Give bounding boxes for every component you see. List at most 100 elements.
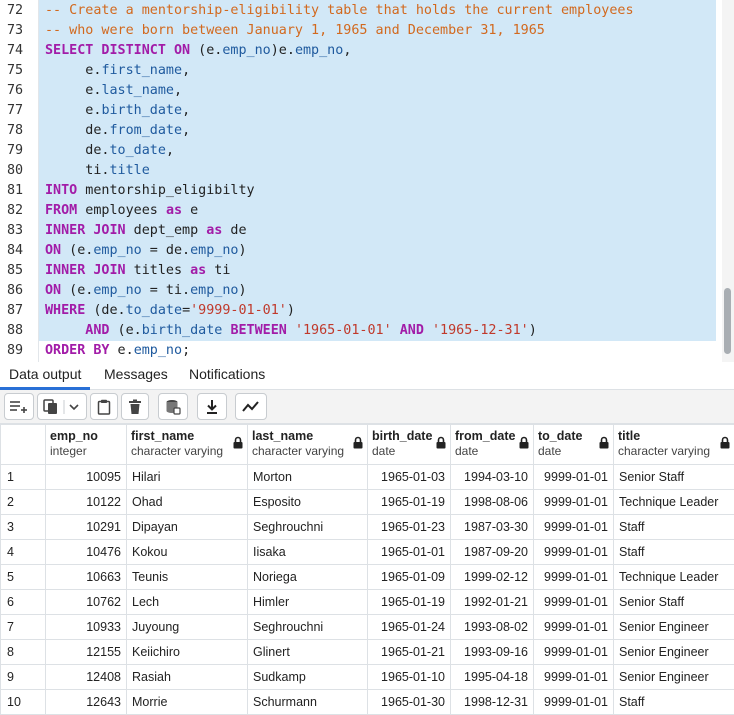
row-number[interactable]: 10	[0, 689, 46, 715]
cell-to-date[interactable]: 9999-01-01	[533, 664, 614, 690]
code-line[interactable]: AND (e.birth_date BETWEEN '1965-01-01' A…	[45, 321, 537, 341]
sql-editor[interactable]: 72 73 74 75 76 77 78 79 80 81 82 83 84 85 86 87 88 89 -- …	[0, 0, 734, 362]
cell-first-name[interactable]: Hilari	[126, 464, 248, 490]
cell-first-name[interactable]: Rasiah	[126, 664, 248, 690]
cell-title[interactable]: Staff	[613, 689, 734, 715]
cell-birth-date[interactable]: 1965-01-03	[367, 464, 451, 490]
table-row[interactable]: 3 10291 Dipayan Seghrouchni 1965-01-23 1987-0…	[0, 514, 734, 540]
table-row[interactable]: 4 10476 Kokou Iisaka 1965-01-01 1987-09-20 999…	[0, 539, 734, 565]
download-button[interactable]	[197, 393, 227, 420]
cell-first-name[interactable]: Teunis	[126, 564, 248, 590]
code-line[interactable]: WHERE (de.to_date='9999-01-01')	[45, 301, 295, 321]
table-row[interactable]: 10 12643 Morrie Schurmann 1965-01-30 1998-12-…	[0, 689, 734, 715]
cell-emp-no[interactable]: 10095	[45, 464, 127, 490]
cell-last-name[interactable]: Iisaka	[247, 539, 368, 565]
column-header-title[interactable]: title character varying	[613, 424, 734, 465]
table-row[interactable]: 1 10095 Hilari Morton 1965-01-03 1994-03-10 99…	[0, 464, 734, 490]
table-row[interactable]: 8 12155 Keiichiro Glinert 1965-01-21 1993-09-…	[0, 639, 734, 665]
cell-to-date[interactable]: 9999-01-01	[533, 614, 614, 640]
column-header-last-name[interactable]: last_name character varying	[247, 424, 368, 465]
cell-first-name[interactable]: Juyoung	[126, 614, 248, 640]
tab-messages[interactable]: Messages	[95, 362, 177, 390]
cell-birth-date[interactable]: 1965-01-01	[367, 539, 451, 565]
copy-button[interactable]	[37, 393, 87, 420]
row-number[interactable]: 9	[0, 664, 46, 690]
code-line[interactable]: INTO mentorship_eligibilty	[45, 181, 255, 201]
cell-last-name[interactable]: Glinert	[247, 639, 368, 665]
row-number[interactable]: 3	[0, 514, 46, 540]
code-line[interactable]: -- Create a mentorship-eligibility table…	[45, 1, 634, 21]
cell-title[interactable]: Senior Staff	[613, 589, 734, 615]
cell-last-name[interactable]: Sudkamp	[247, 664, 368, 690]
row-number[interactable]: 6	[0, 589, 46, 615]
code-line[interactable]: FROM employees as e	[45, 201, 198, 221]
cell-birth-date[interactable]: 1965-01-19	[367, 589, 451, 615]
cell-emp-no[interactable]: 10476	[45, 539, 127, 565]
paste-button[interactable]	[90, 393, 118, 420]
cell-title[interactable]: Staff	[613, 514, 734, 540]
cell-last-name[interactable]: Himler	[247, 589, 368, 615]
cell-from-date[interactable]: 1993-08-02	[450, 614, 534, 640]
column-header-from-date[interactable]: from_date date	[450, 424, 534, 465]
cell-first-name[interactable]: Ohad	[126, 489, 248, 515]
row-number[interactable]: 4	[0, 539, 46, 565]
table-row[interactable]: 2 10122 Ohad Esposito 1965-01-19 1998-08-06 99…	[0, 489, 734, 515]
cell-from-date[interactable]: 1987-03-30	[450, 514, 534, 540]
code-line[interactable]: e.birth_date,	[45, 101, 190, 121]
cell-emp-no[interactable]: 10122	[45, 489, 127, 515]
cell-first-name[interactable]: Kokou	[126, 539, 248, 565]
cell-last-name[interactable]: Seghrouchni	[247, 514, 368, 540]
column-header-emp-no[interactable]: emp_no integer	[45, 424, 127, 465]
cell-emp-no[interactable]: 12643	[45, 689, 127, 715]
add-row-button[interactable]	[4, 393, 34, 420]
code-line[interactable]: ORDER BY e.emp_no;	[45, 341, 190, 361]
cell-first-name[interactable]: Dipayan	[126, 514, 248, 540]
cell-title[interactable]: Senior Engineer	[613, 639, 734, 665]
cell-first-name[interactable]: Lech	[126, 589, 248, 615]
cell-from-date[interactable]: 1998-12-31	[450, 689, 534, 715]
cell-from-date[interactable]: 1992-01-21	[450, 589, 534, 615]
cell-title[interactable]: Technique Leader	[613, 489, 734, 515]
code-line[interactable]: -- who were born between January 1, 1965…	[45, 21, 545, 41]
cell-birth-date[interactable]: 1965-01-30	[367, 689, 451, 715]
editor-scrollbar[interactable]	[722, 0, 734, 362]
cell-to-date[interactable]: 9999-01-01	[533, 639, 614, 665]
cell-title[interactable]: Technique Leader	[613, 564, 734, 590]
row-number[interactable]: 2	[0, 489, 46, 515]
cell-to-date[interactable]: 9999-01-01	[533, 514, 614, 540]
cell-last-name[interactable]: Noriega	[247, 564, 368, 590]
cell-birth-date[interactable]: 1965-01-09	[367, 564, 451, 590]
code-area[interactable]: -- Create a mentorship-eligibility table…	[39, 0, 720, 362]
cell-title[interactable]: Staff	[613, 539, 734, 565]
tab-data-output[interactable]: Data output	[0, 362, 91, 390]
table-row[interactable]: 5 10663 Teunis Noriega 1965-01-09 1999-02-12 9…	[0, 564, 734, 590]
cell-from-date[interactable]: 1987-09-20	[450, 539, 534, 565]
cell-title[interactable]: Senior Staff	[613, 464, 734, 490]
cell-last-name[interactable]: Esposito	[247, 489, 368, 515]
table-row[interactable]: 7 10933 Juyoung Seghrouchni 1965-01-24 1993-0…	[0, 614, 734, 640]
cell-emp-no[interactable]: 12155	[45, 639, 127, 665]
cell-to-date[interactable]: 9999-01-01	[533, 464, 614, 490]
cell-first-name[interactable]: Morrie	[126, 689, 248, 715]
cell-to-date[interactable]: 9999-01-01	[533, 589, 614, 615]
cell-to-date[interactable]: 9999-01-01	[533, 489, 614, 515]
code-line[interactable]: INNER JOIN dept_emp as de	[45, 221, 247, 241]
cell-emp-no[interactable]: 12408	[45, 664, 127, 690]
cell-to-date[interactable]: 9999-01-01	[533, 564, 614, 590]
cell-birth-date[interactable]: 1965-01-21	[367, 639, 451, 665]
cell-title[interactable]: Senior Engineer	[613, 664, 734, 690]
delete-button[interactable]	[121, 393, 149, 420]
cell-birth-date[interactable]: 1965-01-10	[367, 664, 451, 690]
row-number[interactable]: 8	[0, 639, 46, 665]
editor-scrollbar-thumb[interactable]	[724, 288, 731, 354]
table-row[interactable]: 9 12408 Rasiah Sudkamp 1965-01-10 1995-04-18 9…	[0, 664, 734, 690]
cell-emp-no[interactable]: 10933	[45, 614, 127, 640]
code-line[interactable]: de.to_date,	[45, 141, 174, 161]
code-line[interactable]: de.from_date,	[45, 121, 190, 141]
row-number[interactable]: 1	[0, 464, 46, 490]
cell-to-date[interactable]: 9999-01-01	[533, 689, 614, 715]
cell-birth-date[interactable]: 1965-01-19	[367, 489, 451, 515]
code-line[interactable]: e.last_name,	[45, 81, 182, 101]
cell-last-name[interactable]: Morton	[247, 464, 368, 490]
cell-emp-no[interactable]: 10762	[45, 589, 127, 615]
